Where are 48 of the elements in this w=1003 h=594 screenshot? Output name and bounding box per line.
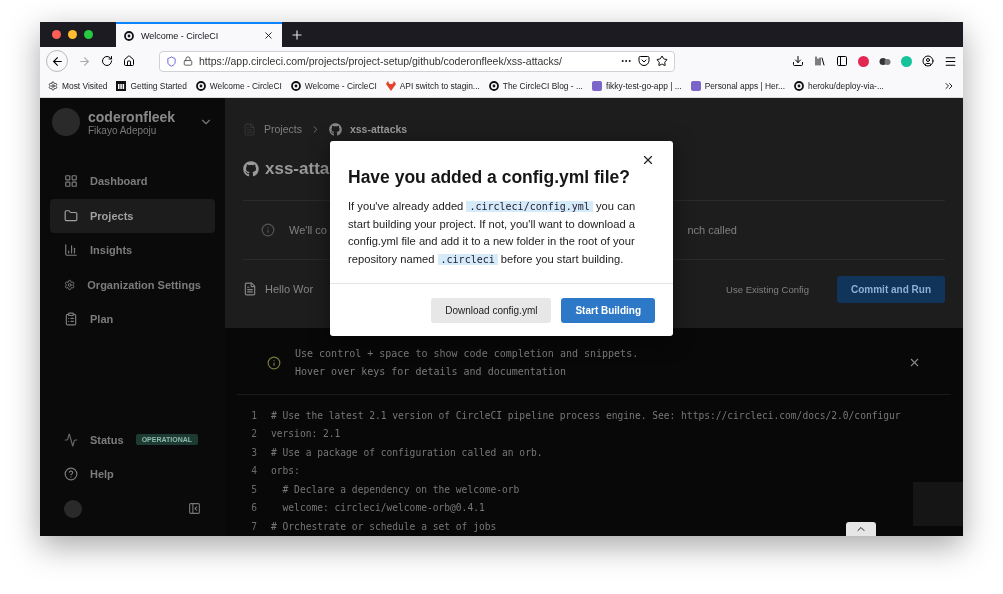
line-number: 1 [250,408,257,423]
sidebar-item[interactable]: Dashboard [50,164,215,198]
sidebar-item[interactable]: Organization Settings [50,267,215,302]
code-line: welcome: circleci/welcome-orb@0.4.1 [281,501,485,515]
status-label[interactable]: Status [90,433,124,446]
editor-hint: Use control + space to show code completion and snippets. [295,346,640,361]
modal-text: If you've already added .circleci/config.yml you can start building your project. If not, you'll want to download a config.yml file and add it to a new folder in the root of your repository named .circleci before you start building. [348,199,637,267]
bookmark[interactable]: heroku/deploy-via-... [794,81,884,91]
sidebar-item[interactable]: Insights [50,233,215,267]
code-line: orbs: [271,464,300,478]
user-name: Fikayo Adepoju [88,124,158,136]
bookmark[interactable]: Getting Started [116,81,187,91]
breadcrumb-current: xss-attacks [349,123,408,135]
line-number: 4 [250,464,257,478]
start-building-button[interactable]: Start Building [561,298,655,323]
line-number: 6 [250,501,257,515]
info-text: We'll co [289,224,327,236]
bookmark[interactable]: Most Visited [48,81,108,91]
line-number: 7 [250,519,257,534]
code-line: # Declare a dependency on the welcome-orb [281,482,520,497]
bookmark[interactable]: Welcome - CircleCI [290,81,377,91]
project-title: xss-atta [265,159,330,179]
editor-hint: Hover over keys for details and documentation [295,364,567,379]
code-line: # Use the latest 2.1 version of CircleCI pipeline process engine. See: https://circleci.com/docs/2.0/configur [271,408,901,423]
bookmark[interactable]: API switch to stagin... [385,81,480,91]
bookmark[interactable]: Welcome - CircleCI [195,81,282,91]
download-button[interactable]: Download config.yml [431,298,552,323]
bookmark[interactable]: fikky-test-go-app | ... [591,81,682,91]
code-line: version: 2.1 [271,427,341,441]
browser-tab[interactable]: Welcome - CircleCI [116,22,282,47]
code-line: # Use a package of configuration called an orb. [271,445,543,460]
file-name: Hello Wor [265,283,314,295]
org-name: coderonfleek [88,108,177,125]
bookmark[interactable]: The CircleCI Blog - ... [488,81,583,91]
code-line: # Orchestrate or schedule a set of jobs [271,519,497,534]
sidebar-item[interactable]: Help [50,457,215,491]
commit-and-run-button[interactable]: Commit and Run [837,275,945,303]
sidebar-item[interactable]: Plan [50,302,215,336]
breadcrumb-link[interactable]: Projects [264,123,302,135]
sidebar-item[interactable]: Projects [50,198,215,233]
modal-title: Have you added a config.yml file? [348,167,631,188]
line-number: 3 [250,445,257,460]
address-bar[interactable]: https://app.circleci.com/projects/project-setup/github/coderonfleek/xss-attacks/ [159,50,675,72]
line-number: 2 [250,427,257,441]
line-number: 5 [250,482,257,497]
use-existing-config-button[interactable]: Use Existing Config [726,283,809,295]
bookmark[interactable]: Personal apps | Her... [690,81,785,91]
info-text: nch called [687,224,737,236]
